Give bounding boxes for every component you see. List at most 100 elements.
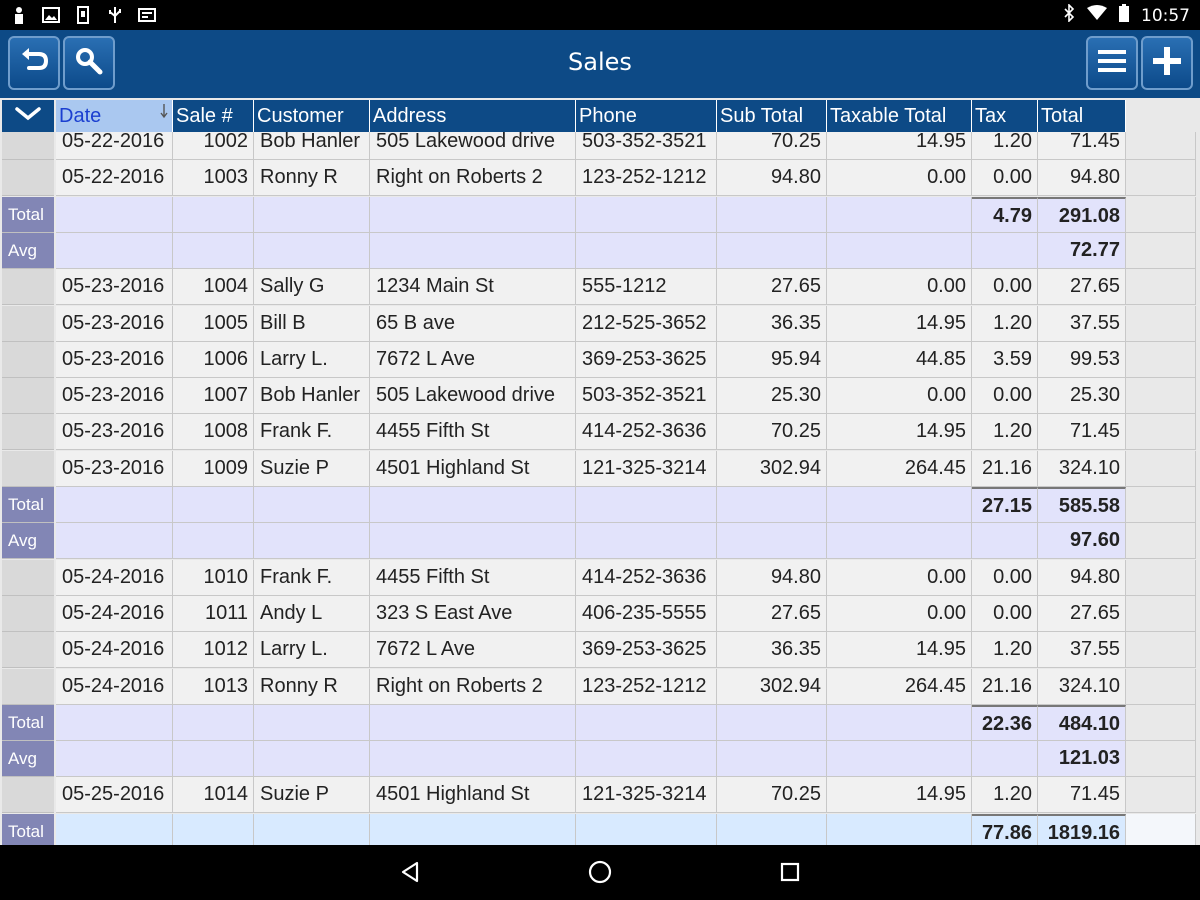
row-header[interactable]: Total bbox=[2, 196, 54, 233]
cell-tax[interactable]: 3.59 bbox=[972, 341, 1038, 378]
table-row[interactable]: 05-23-2016 1005 Bill B 65 B ave 212-525-3652… bbox=[0, 305, 1200, 342]
cell-sale-number[interactable]: 1006 bbox=[173, 341, 254, 378]
cell-date[interactable] bbox=[56, 523, 173, 560]
cell-taxable-total[interactable]: 14.95 bbox=[827, 305, 972, 342]
row-header[interactable] bbox=[2, 269, 54, 306]
cell-phone[interactable] bbox=[576, 741, 717, 778]
cell-date[interactable]: 05-24-2016 bbox=[56, 595, 173, 632]
cell-date[interactable]: 05-24-2016 bbox=[56, 559, 173, 596]
cell-phone[interactable]: 123-252-1212 bbox=[576, 160, 717, 197]
row-header[interactable] bbox=[2, 559, 54, 596]
cell-sale-number[interactable] bbox=[173, 232, 254, 269]
column-header-taxable-total[interactable]: Taxable Total bbox=[827, 100, 972, 132]
cell-date[interactable]: 05-23-2016 bbox=[56, 450, 173, 487]
cell-total[interactable]: 324.10 bbox=[1038, 450, 1126, 487]
cell-phone[interactable]: 503-352-3521 bbox=[576, 378, 717, 415]
cell-tax[interactable]: 0.00 bbox=[972, 160, 1038, 197]
collapse-button[interactable] bbox=[2, 100, 54, 132]
table-row[interactable]: 05-24-2016 1010 Frank F. 4455 Fifth St 414-2… bbox=[0, 559, 1200, 596]
cell-taxable-total[interactable]: 14.95 bbox=[827, 414, 972, 451]
cell-phone[interactable]: 212-525-3652 bbox=[576, 305, 717, 342]
cell-sale-number[interactable]: 1013 bbox=[173, 668, 254, 705]
cell-tax[interactable]: 21.16 bbox=[972, 450, 1038, 487]
cell-address[interactable] bbox=[370, 813, 576, 845]
cell-tax[interactable]: 4.79 bbox=[972, 196, 1038, 233]
total-summary-row[interactable]: Total 4.79 291.08 bbox=[0, 196, 1200, 233]
total-summary-row[interactable]: Total 77.86 1819.16 bbox=[0, 813, 1200, 845]
cell-sub-total[interactable] bbox=[717, 523, 827, 560]
add-button[interactable] bbox=[1141, 36, 1193, 90]
cell-total[interactable]: 585.58 bbox=[1038, 487, 1126, 523]
row-header[interactable] bbox=[2, 341, 54, 378]
cell-total[interactable]: 291.08 bbox=[1038, 196, 1126, 233]
cell-date[interactable] bbox=[56, 232, 173, 269]
cell-address[interactable]: Right on Roberts 2 bbox=[370, 668, 576, 705]
cell-phone[interactable]: 555-1212 bbox=[576, 269, 717, 306]
cell-taxable-total[interactable]: 0.00 bbox=[827, 378, 972, 415]
cell-customer[interactable] bbox=[254, 704, 370, 741]
column-header-total[interactable]: Total bbox=[1038, 100, 1126, 132]
cell-customer[interactable]: Ronny R bbox=[254, 668, 370, 705]
cell-sub-total[interactable] bbox=[717, 704, 827, 741]
cell-sale-number[interactable]: 1003 bbox=[173, 160, 254, 197]
cell-address[interactable]: 505 Lakewood drive bbox=[370, 378, 576, 415]
cell-address[interactable] bbox=[370, 741, 576, 778]
cell-taxable-total[interactable] bbox=[827, 196, 972, 233]
table-row[interactable]: 05-24-2016 1012 Larry L. 7672 L Ave 369-253-… bbox=[0, 632, 1200, 669]
cell-total[interactable]: 484.10 bbox=[1038, 704, 1126, 741]
cell-tax[interactable] bbox=[972, 232, 1038, 269]
row-header[interactable] bbox=[2, 160, 54, 197]
cell-customer[interactable]: Frank F. bbox=[254, 414, 370, 451]
cell-sub-total[interactable] bbox=[717, 232, 827, 269]
cell-sub-total[interactable]: 94.80 bbox=[717, 559, 827, 596]
cell-taxable-total[interactable] bbox=[827, 232, 972, 269]
cell-taxable-total[interactable] bbox=[827, 704, 972, 741]
cell-taxable-total[interactable] bbox=[827, 523, 972, 560]
row-header[interactable] bbox=[2, 668, 54, 705]
row-header[interactable] bbox=[2, 632, 54, 669]
cell-taxable-total[interactable]: 0.00 bbox=[827, 559, 972, 596]
row-header[interactable] bbox=[2, 414, 54, 451]
cell-date[interactable]: 05-23-2016 bbox=[56, 378, 173, 415]
cell-tax[interactable]: 21.16 bbox=[972, 668, 1038, 705]
cell-sub-total[interactable]: 27.65 bbox=[717, 595, 827, 632]
cell-total[interactable]: 27.65 bbox=[1038, 269, 1126, 306]
cell-phone[interactable] bbox=[576, 232, 717, 269]
table-row[interactable]: 05-23-2016 1007 Bob Hanler 505 Lakewood dri… bbox=[0, 378, 1200, 415]
cell-customer[interactable]: Larry L. bbox=[254, 632, 370, 669]
cell-customer[interactable] bbox=[254, 741, 370, 778]
cell-taxable-total[interactable]: 0.00 bbox=[827, 160, 972, 197]
cell-date[interactable]: 05-23-2016 bbox=[56, 305, 173, 342]
cell-sub-total[interactable]: 36.35 bbox=[717, 632, 827, 669]
cell-address[interactable]: 1234 Main St bbox=[370, 269, 576, 306]
cell-tax[interactable]: 1.20 bbox=[972, 305, 1038, 342]
cell-sale-number[interactable]: 1010 bbox=[173, 559, 254, 596]
cell-taxable-total[interactable]: 264.45 bbox=[827, 668, 972, 705]
cell-sale-number[interactable]: 1005 bbox=[173, 305, 254, 342]
cell-address[interactable]: 4501 Highland St bbox=[370, 777, 576, 814]
cell-total[interactable]: 1819.16 bbox=[1038, 813, 1126, 845]
cell-tax[interactable]: 0.00 bbox=[972, 559, 1038, 596]
cell-date[interactable] bbox=[56, 741, 173, 778]
cell-customer[interactable]: Larry L. bbox=[254, 341, 370, 378]
cell-address[interactable]: Right on Roberts 2 bbox=[370, 160, 576, 197]
cell-total[interactable]: 324.10 bbox=[1038, 668, 1126, 705]
avg-summary-row[interactable]: Avg 121.03 bbox=[0, 741, 1200, 778]
cell-customer[interactable] bbox=[254, 813, 370, 845]
cell-address[interactable] bbox=[370, 704, 576, 741]
row-header[interactable] bbox=[2, 777, 54, 814]
table-row[interactable]: 05-23-2016 1004 Sally G 1234 Main St 555-121… bbox=[0, 269, 1200, 306]
cell-tax[interactable]: 0.00 bbox=[972, 378, 1038, 415]
cell-date[interactable] bbox=[56, 196, 173, 233]
column-header-phone[interactable]: Phone bbox=[576, 100, 717, 132]
cell-taxable-total[interactable] bbox=[827, 813, 972, 845]
cell-sub-total[interactable]: 27.65 bbox=[717, 269, 827, 306]
cell-sub-total[interactable] bbox=[717, 487, 827, 523]
cell-tax[interactable]: 0.00 bbox=[972, 269, 1038, 306]
cell-sub-total[interactable]: 25.30 bbox=[717, 378, 827, 415]
column-header-tax[interactable]: Tax bbox=[972, 100, 1038, 132]
cell-customer[interactable] bbox=[254, 487, 370, 523]
cell-date[interactable]: 05-22-2016 bbox=[56, 160, 173, 197]
cell-address[interactable]: 7672 L Ave bbox=[370, 632, 576, 669]
cell-total[interactable]: 121.03 bbox=[1038, 741, 1126, 778]
